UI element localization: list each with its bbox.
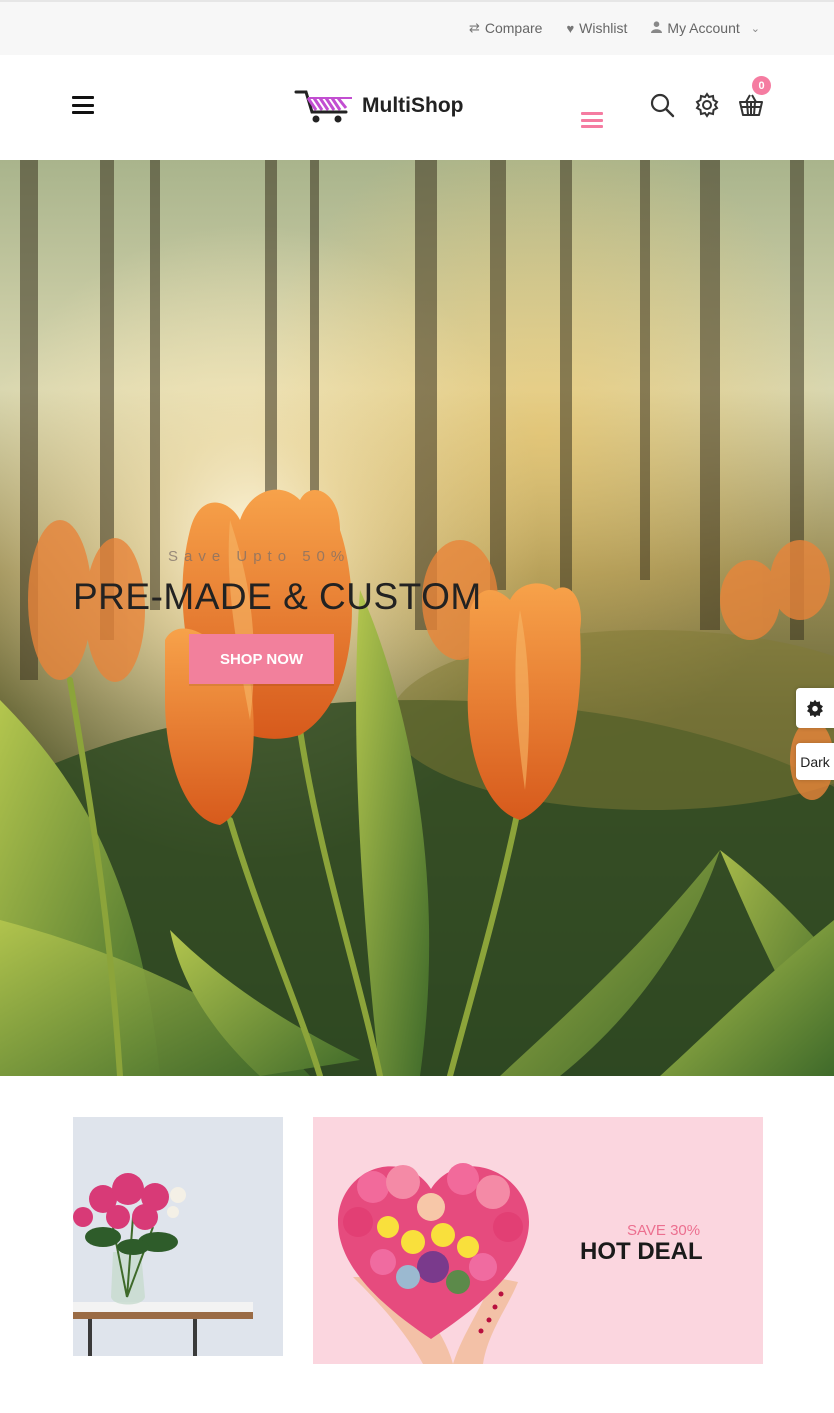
site-logo[interactable]: MultiShop [294, 88, 463, 124]
compare-label: Compare [484, 20, 543, 36]
site-header: MultiShop 0 [0, 55, 834, 160]
shop-now-button[interactable]: SHOP NOW [189, 634, 334, 684]
flower-vase-image [73, 1117, 283, 1356]
category-menu-button[interactable] [581, 112, 603, 128]
hero-title: PRE-MADE & CUSTOM [73, 576, 482, 617]
heart-icon: ♥ [566, 20, 575, 36]
compare-link[interactable]: ⇄ Compare [469, 20, 543, 36]
hero-tulip-image [0, 160, 834, 1076]
chevron-down-icon: ⌄ [750, 22, 760, 35]
hero-subtitle: Save Upto 50% [168, 548, 351, 565]
settings-gear-icon[interactable] [694, 92, 720, 118]
cart-count-badge: 0 [752, 76, 771, 95]
my-account-dropdown[interactable]: My Account ⌄ [651, 20, 760, 36]
shopping-basket-icon[interactable] [738, 92, 764, 118]
wishlist-link[interactable]: ♥ Wishlist [566, 20, 627, 36]
banner-flower-vase[interactable] [73, 1117, 283, 1356]
shuffle-icon: ⇄ [468, 20, 480, 35]
wishlist-label: Wishlist [579, 20, 628, 36]
search-icon[interactable] [649, 92, 675, 118]
cart-logo-icon [294, 90, 352, 123]
dark-mode-toggle[interactable]: Dark [796, 743, 834, 780]
banner-hot-deal[interactable]: SAVE 30% HOT DEAL [313, 1117, 763, 1364]
user-icon [651, 20, 663, 36]
gear-icon [807, 699, 823, 717]
theme-settings-toggle[interactable] [796, 688, 834, 728]
my-account-label: My Account [667, 20, 740, 36]
hero-slider: Save Upto 50% PRE-MADE & CUSTOM SHOP NOW [0, 160, 834, 1076]
top-bar: ⇄ Compare ♥ Wishlist My Account ⌄ [0, 0, 834, 55]
top-links: ⇄ Compare ♥ Wishlist My Account ⌄ [469, 20, 760, 36]
hot-deal-title: HOT DEAL [580, 1238, 703, 1265]
logo-text: MultiShop [362, 94, 464, 117]
hot-deal-discount: SAVE 30% [627, 1222, 701, 1239]
menu-toggle-button[interactable] [72, 96, 94, 114]
